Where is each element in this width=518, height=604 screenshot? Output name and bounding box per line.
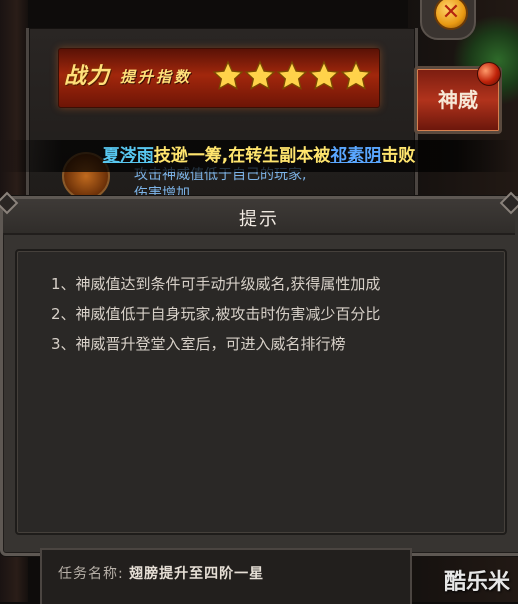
system-broadcast: 夏涔雨技逊一筹,在转生副本被祁素阴击败	[0, 140, 518, 172]
task-value: 翅膀提升至四阶一星	[129, 566, 265, 582]
task-info: 任务名称: 翅膀提升至四阶一星	[58, 563, 264, 583]
tip-line: 3、神威晋升登堂入室后，可进入威名排行榜	[51, 335, 346, 353]
tip-line: 2、神威值低于自身玩家,被攻击时伤害减少百分比	[51, 305, 381, 323]
star-icon	[340, 60, 372, 90]
player-link[interactable]: 夏涔雨	[103, 146, 154, 166]
task-label: 任务名称:	[58, 566, 124, 582]
notification-orb-icon	[477, 62, 501, 86]
star-icon	[244, 60, 276, 90]
dialog-title: 提示	[239, 209, 279, 230]
star-icon	[212, 60, 244, 90]
dialog-content: 1、神威值达到条件可手动升级威名,获得属性加成 2、神威值低于自身玩家,被攻击时…	[15, 249, 507, 535]
star-icon	[308, 60, 340, 90]
rank-title: 战力	[64, 64, 111, 89]
player-link[interactable]: 祁素阴	[330, 146, 381, 166]
broadcast-text: 技逊一筹,在转生副本被	[153, 146, 331, 166]
tip-line: 1、神威值达到条件可手动升级威名,获得属性加成	[51, 275, 381, 293]
rank-subtitle: 提升指数	[120, 68, 193, 86]
star-icon	[276, 60, 308, 90]
tips-dialog: 提示 1、神威值达到条件可手动升级威名,获得属性加成 2、神威值低于自身玩家,被…	[0, 191, 518, 556]
watermark: 酷乐米	[443, 570, 510, 595]
broadcast-text: 击败	[381, 146, 416, 166]
dialog-header: 提示	[0, 191, 518, 235]
